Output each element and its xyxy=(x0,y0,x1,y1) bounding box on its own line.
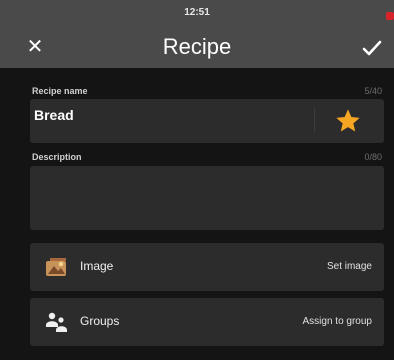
groups-icon xyxy=(44,310,70,334)
image-icon xyxy=(44,255,70,279)
recipe-name-value: Bread xyxy=(34,107,74,123)
image-row[interactable]: Image Set image xyxy=(30,243,384,291)
check-icon[interactable] xyxy=(360,36,384,60)
description-label: Description xyxy=(32,152,82,162)
app-bar: ✕ Recipe xyxy=(0,26,394,68)
groups-row-label: Groups xyxy=(80,314,120,328)
page-title: Recipe xyxy=(162,34,232,59)
groups-row[interactable]: Groups Assign to group xyxy=(30,298,384,346)
description-field[interactable] xyxy=(30,166,384,230)
field-divider xyxy=(314,107,315,133)
recipe-name-label-row: Recipe name 5/40 xyxy=(32,86,382,96)
description-label-row: Description 0/80 xyxy=(32,152,382,162)
assign-group-link[interactable]: Assign to group xyxy=(303,316,373,327)
status-bar: 12:51 xyxy=(0,0,394,26)
description-counter: 0/80 xyxy=(364,152,382,162)
image-row-label: Image xyxy=(80,259,114,273)
recipe-name-counter: 5/40 xyxy=(364,86,382,96)
status-indicator xyxy=(386,12,394,20)
star-icon[interactable] xyxy=(334,107,362,135)
recipe-name-label: Recipe name xyxy=(32,86,88,96)
recipe-name-field[interactable]: Bread xyxy=(30,99,384,143)
set-image-link[interactable]: Set image xyxy=(327,261,372,272)
recipe-form: Recipe name 5/40 Bread Description 0/80 … xyxy=(0,68,394,360)
status-time: 12:51 xyxy=(184,7,210,18)
